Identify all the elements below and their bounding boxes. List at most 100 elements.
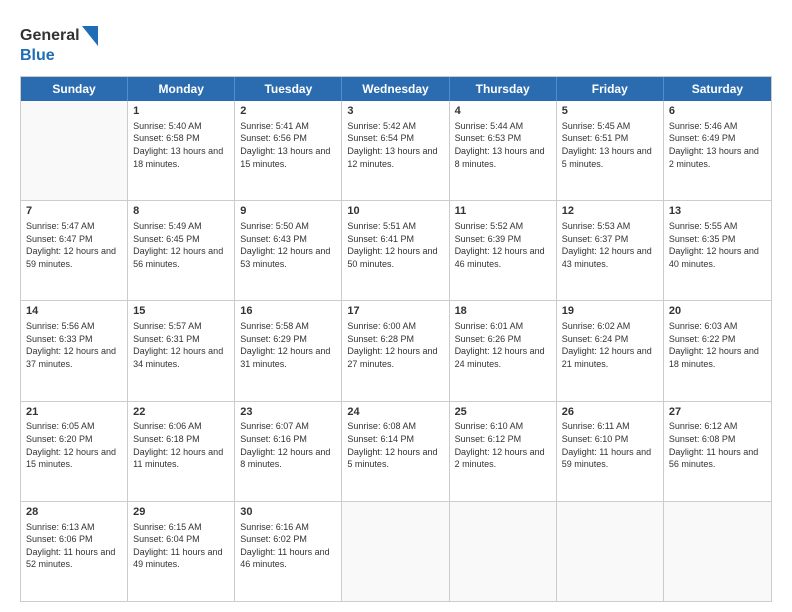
calendar-cell [664, 502, 771, 601]
weekday-header-saturday: Saturday [664, 77, 771, 101]
weekday-header-monday: Monday [128, 77, 235, 101]
day-number: 26 [562, 405, 658, 420]
day-number: 24 [347, 405, 443, 420]
day-number: 10 [347, 204, 443, 219]
calendar-cell [342, 502, 449, 601]
weekday-header-wednesday: Wednesday [342, 77, 449, 101]
day-number: 15 [133, 304, 229, 319]
day-number: 28 [26, 505, 122, 520]
day-number: 17 [347, 304, 443, 319]
calendar-cell: 9Sunrise: 5:50 AM Sunset: 6:43 PM Daylig… [235, 201, 342, 300]
cell-sun-info: Sunrise: 5:56 AM Sunset: 6:33 PM Dayligh… [26, 320, 122, 370]
day-number: 7 [26, 204, 122, 219]
calendar-cell: 6Sunrise: 5:46 AM Sunset: 6:49 PM Daylig… [664, 101, 771, 200]
calendar-cell: 28Sunrise: 6:13 AM Sunset: 6:06 PM Dayli… [21, 502, 128, 601]
weekday-header-sunday: Sunday [21, 77, 128, 101]
calendar-body: 1Sunrise: 5:40 AM Sunset: 6:58 PM Daylig… [21, 101, 771, 601]
cell-sun-info: Sunrise: 5:49 AM Sunset: 6:45 PM Dayligh… [133, 220, 229, 270]
calendar-week-2: 7Sunrise: 5:47 AM Sunset: 6:47 PM Daylig… [21, 201, 771, 301]
calendar-cell: 2Sunrise: 5:41 AM Sunset: 6:56 PM Daylig… [235, 101, 342, 200]
cell-sun-info: Sunrise: 6:11 AM Sunset: 6:10 PM Dayligh… [562, 420, 658, 470]
cell-sun-info: Sunrise: 6:05 AM Sunset: 6:20 PM Dayligh… [26, 420, 122, 470]
day-number: 30 [240, 505, 336, 520]
cell-sun-info: Sunrise: 6:12 AM Sunset: 6:08 PM Dayligh… [669, 420, 766, 470]
calendar-cell: 24Sunrise: 6:08 AM Sunset: 6:14 PM Dayli… [342, 402, 449, 501]
calendar-week-1: 1Sunrise: 5:40 AM Sunset: 6:58 PM Daylig… [21, 101, 771, 201]
cell-sun-info: Sunrise: 5:57 AM Sunset: 6:31 PM Dayligh… [133, 320, 229, 370]
day-number: 9 [240, 204, 336, 219]
calendar-cell: 14Sunrise: 5:56 AM Sunset: 6:33 PM Dayli… [21, 301, 128, 400]
cell-sun-info: Sunrise: 5:45 AM Sunset: 6:51 PM Dayligh… [562, 120, 658, 170]
calendar-header: SundayMondayTuesdayWednesdayThursdayFrid… [21, 77, 771, 101]
cell-sun-info: Sunrise: 6:15 AM Sunset: 6:04 PM Dayligh… [133, 521, 229, 571]
cell-sun-info: Sunrise: 6:10 AM Sunset: 6:12 PM Dayligh… [455, 420, 551, 470]
cell-sun-info: Sunrise: 5:40 AM Sunset: 6:58 PM Dayligh… [133, 120, 229, 170]
day-number: 8 [133, 204, 229, 219]
cell-sun-info: Sunrise: 5:44 AM Sunset: 6:53 PM Dayligh… [455, 120, 551, 170]
cell-sun-info: Sunrise: 5:46 AM Sunset: 6:49 PM Dayligh… [669, 120, 766, 170]
weekday-header-tuesday: Tuesday [235, 77, 342, 101]
cell-sun-info: Sunrise: 6:06 AM Sunset: 6:18 PM Dayligh… [133, 420, 229, 470]
header: General Blue [20, 18, 772, 66]
day-number: 19 [562, 304, 658, 319]
logo: General Blue [20, 18, 115, 66]
cell-sun-info: Sunrise: 5:47 AM Sunset: 6:47 PM Dayligh… [26, 220, 122, 270]
cell-sun-info: Sunrise: 6:08 AM Sunset: 6:14 PM Dayligh… [347, 420, 443, 470]
cell-sun-info: Sunrise: 5:50 AM Sunset: 6:43 PM Dayligh… [240, 220, 336, 270]
calendar-cell: 1Sunrise: 5:40 AM Sunset: 6:58 PM Daylig… [128, 101, 235, 200]
svg-text:General: General [20, 27, 80, 44]
cell-sun-info: Sunrise: 5:53 AM Sunset: 6:37 PM Dayligh… [562, 220, 658, 270]
day-number: 23 [240, 405, 336, 420]
day-number: 14 [26, 304, 122, 319]
day-number: 21 [26, 405, 122, 420]
cell-sun-info: Sunrise: 6:13 AM Sunset: 6:06 PM Dayligh… [26, 521, 122, 571]
cell-sun-info: Sunrise: 5:55 AM Sunset: 6:35 PM Dayligh… [669, 220, 766, 270]
calendar: SundayMondayTuesdayWednesdayThursdayFrid… [20, 76, 772, 602]
calendar-cell: 20Sunrise: 6:03 AM Sunset: 6:22 PM Dayli… [664, 301, 771, 400]
day-number: 4 [455, 104, 551, 119]
day-number: 5 [562, 104, 658, 119]
calendar-cell: 5Sunrise: 5:45 AM Sunset: 6:51 PM Daylig… [557, 101, 664, 200]
cell-sun-info: Sunrise: 6:02 AM Sunset: 6:24 PM Dayligh… [562, 320, 658, 370]
calendar-cell: 30Sunrise: 6:16 AM Sunset: 6:02 PM Dayli… [235, 502, 342, 601]
calendar-cell: 13Sunrise: 5:55 AM Sunset: 6:35 PM Dayli… [664, 201, 771, 300]
day-number: 27 [669, 405, 766, 420]
cell-sun-info: Sunrise: 6:16 AM Sunset: 6:02 PM Dayligh… [240, 521, 336, 571]
calendar-cell: 22Sunrise: 6:06 AM Sunset: 6:18 PM Dayli… [128, 402, 235, 501]
calendar-cell [21, 101, 128, 200]
day-number: 18 [455, 304, 551, 319]
day-number: 16 [240, 304, 336, 319]
day-number: 12 [562, 204, 658, 219]
calendar-cell: 11Sunrise: 5:52 AM Sunset: 6:39 PM Dayli… [450, 201, 557, 300]
calendar-cell: 12Sunrise: 5:53 AM Sunset: 6:37 PM Dayli… [557, 201, 664, 300]
day-number: 13 [669, 204, 766, 219]
day-number: 6 [669, 104, 766, 119]
calendar-week-4: 21Sunrise: 6:05 AM Sunset: 6:20 PM Dayli… [21, 402, 771, 502]
day-number: 1 [133, 104, 229, 119]
logo-svg: General Blue [20, 18, 115, 66]
weekday-header-thursday: Thursday [450, 77, 557, 101]
weekday-header-friday: Friday [557, 77, 664, 101]
day-number: 29 [133, 505, 229, 520]
cell-sun-info: Sunrise: 5:51 AM Sunset: 6:41 PM Dayligh… [347, 220, 443, 270]
calendar-cell: 27Sunrise: 6:12 AM Sunset: 6:08 PM Dayli… [664, 402, 771, 501]
cell-sun-info: Sunrise: 5:58 AM Sunset: 6:29 PM Dayligh… [240, 320, 336, 370]
calendar-cell: 7Sunrise: 5:47 AM Sunset: 6:47 PM Daylig… [21, 201, 128, 300]
calendar-cell: 16Sunrise: 5:58 AM Sunset: 6:29 PM Dayli… [235, 301, 342, 400]
calendar-cell [450, 502, 557, 601]
calendar-cell: 26Sunrise: 6:11 AM Sunset: 6:10 PM Dayli… [557, 402, 664, 501]
cell-sun-info: Sunrise: 6:01 AM Sunset: 6:26 PM Dayligh… [455, 320, 551, 370]
cell-sun-info: Sunrise: 6:00 AM Sunset: 6:28 PM Dayligh… [347, 320, 443, 370]
calendar-cell: 18Sunrise: 6:01 AM Sunset: 6:26 PM Dayli… [450, 301, 557, 400]
day-number: 3 [347, 104, 443, 119]
day-number: 20 [669, 304, 766, 319]
cell-sun-info: Sunrise: 6:03 AM Sunset: 6:22 PM Dayligh… [669, 320, 766, 370]
day-number: 22 [133, 405, 229, 420]
calendar-cell: 29Sunrise: 6:15 AM Sunset: 6:04 PM Dayli… [128, 502, 235, 601]
day-number: 2 [240, 104, 336, 119]
cell-sun-info: Sunrise: 6:07 AM Sunset: 6:16 PM Dayligh… [240, 420, 336, 470]
day-number: 11 [455, 204, 551, 219]
cell-sun-info: Sunrise: 5:41 AM Sunset: 6:56 PM Dayligh… [240, 120, 336, 170]
cell-sun-info: Sunrise: 5:52 AM Sunset: 6:39 PM Dayligh… [455, 220, 551, 270]
calendar-cell [557, 502, 664, 601]
